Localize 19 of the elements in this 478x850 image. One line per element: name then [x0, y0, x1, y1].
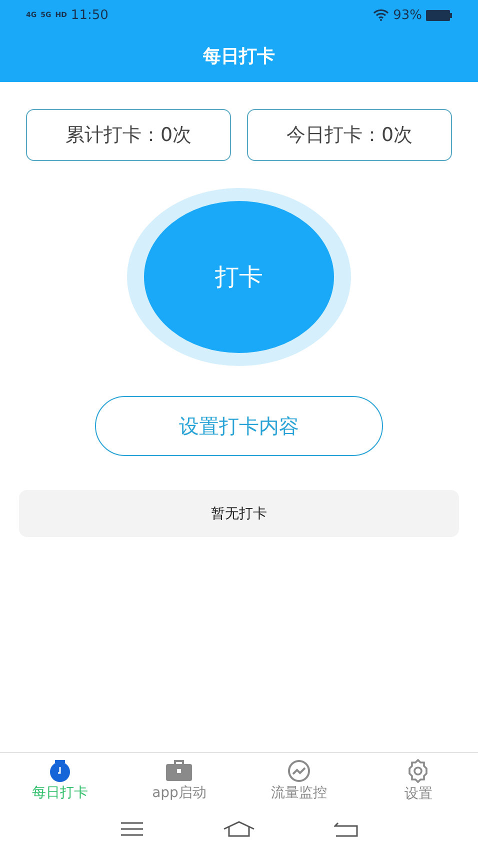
wifi-icon: [373, 9, 390, 21]
punch-button[interactable]: 打卡: [144, 201, 334, 353]
clock-time: 11:50: [70, 8, 108, 22]
empty-message: 暂无打卡: [211, 504, 267, 522]
menu-icon[interactable]: [120, 821, 144, 837]
set-content-button[interactable]: 设置打卡内容: [95, 396, 383, 456]
tab-item[interactable]: 设置: [358, 753, 478, 808]
chart-bubble-icon: [286, 760, 312, 782]
back-icon[interactable]: [334, 821, 358, 837]
tab-item[interactable]: 每日打卡: [0, 753, 120, 808]
tab-item[interactable]: app启动: [120, 753, 239, 808]
briefcase-icon: [165, 760, 194, 782]
stat-box: 累计打卡：0次: [26, 109, 231, 161]
battery-percent: 93%: [393, 8, 422, 22]
stat-box: 今日打卡：0次: [247, 109, 452, 161]
tab-item[interactable]: 流量监控: [239, 753, 358, 808]
home-icon[interactable]: [222, 821, 255, 837]
battery-icon: [426, 10, 452, 20]
page-title: 每日打卡: [203, 45, 275, 68]
